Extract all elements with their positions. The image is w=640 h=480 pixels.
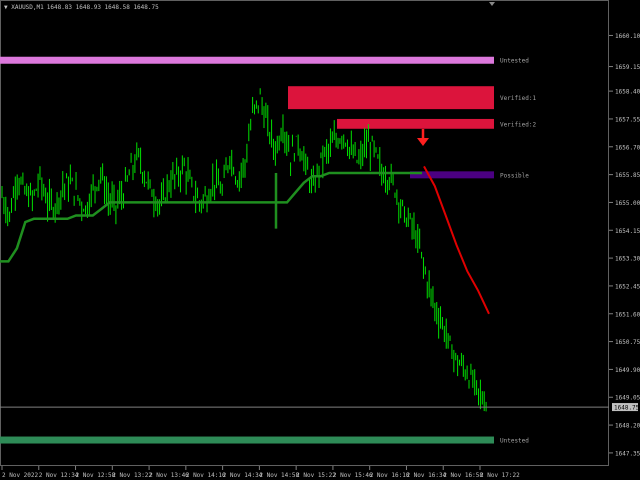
zone-verified-2 [337, 118, 494, 129]
current-price-label: 1648.75 [614, 405, 640, 412]
price-axis[interactable]: 1660.10 1659.15 1658.40 1657.55 1656.70 1655.… [609, 33, 640, 457]
price-tick-label: 1655.00 [615, 200, 640, 207]
zone-label: Verified:2 [500, 121, 537, 128]
time-tick-label: 2 Nov 2022 [2, 472, 39, 479]
price-tick-label: 1657.55 [615, 116, 640, 123]
price-tick-label: 1660.10 [615, 33, 640, 40]
forecast-line [423, 165, 490, 315]
time-tick-label: 2 Nov 12:58 [76, 472, 116, 479]
price-tick-label: 1649.90 [615, 367, 640, 374]
price-tick-label: 1652.45 [615, 283, 640, 290]
time-tick-label: 2 Nov 16:34 [406, 472, 446, 479]
price-tick-label: 1648.20 [615, 423, 640, 430]
zone-label: Verified:1 [500, 95, 537, 102]
chart-symbol-header: ▼ XAUUSD,M1 1648.83 1648.93 1648.58 1648.… [4, 4, 159, 11]
chart-shift-marker-icon[interactable] [489, 2, 495, 6]
sell-signal-arrow-icon [417, 129, 429, 146]
header-arrow-icon: ▼ [4, 4, 11, 11]
header-symbol: XAUUSD,M1 [11, 4, 44, 11]
price-tick-label: 1649.05 [615, 395, 640, 402]
zone-label: Untested [500, 58, 529, 65]
zone-untested-top-0 [0, 56, 494, 64]
time-tick-label: 2 Nov 13:22 [112, 472, 152, 479]
zone-label: Possible [500, 172, 529, 179]
moving-average-path [0, 171, 422, 263]
zone-label: Untested [500, 438, 529, 445]
time-tick-label: 2 Nov 14:34 [223, 472, 263, 479]
time-tick-label: 2 Nov 16:10 [370, 472, 410, 479]
price-chart[interactable]: ▼ XAUUSD,M1 1648.83 1648.93 1648.58 1648.… [0, 0, 640, 480]
price-tick-label: 1656.70 [615, 144, 640, 151]
price-tick-label: 1654.15 [615, 228, 640, 235]
time-tick-label: 2 Nov 15:22 [296, 472, 336, 479]
header-ohlc: 1648.83 1648.93 1648.58 1648.75 [47, 4, 159, 11]
price-tick-label: 1659.15 [615, 64, 640, 71]
plot-frame [0, 0, 609, 466]
time-tick-label: 2 Nov 14:58 [259, 472, 299, 479]
zone-untested-bottom-4 [0, 436, 494, 444]
price-tick-label: 1650.75 [615, 339, 640, 346]
price-tick-label: 1651.60 [615, 311, 640, 318]
candlestick-series [1, 88, 487, 412]
price-tick-label: 1658.40 [615, 89, 640, 96]
price-tick-label: 1647.35 [615, 450, 640, 457]
moving-average-line [0, 171, 422, 263]
time-axis[interactable]: 2 Nov 2022 2 Nov 12:342 Nov 12:582 Nov 13… [1, 466, 520, 479]
zone-verified-1 [288, 86, 494, 110]
forecast-path [423, 165, 490, 315]
price-tick-label: 1655.85 [615, 172, 640, 179]
time-tick-label: 2 Nov 16:58 [443, 472, 483, 479]
time-tick-label: 2 Nov 15:46 [333, 472, 373, 479]
price-tick-label: 1653.30 [615, 256, 640, 263]
time-tick-label: 2 Nov 17:22 [480, 472, 520, 479]
time-tick-label: 2 Nov 13:46 [149, 472, 189, 479]
zone-possible-3 [410, 171, 494, 179]
time-tick-label: 2 Nov 12:34 [39, 472, 79, 479]
time-tick-label: 2 Nov 14:10 [186, 472, 226, 479]
